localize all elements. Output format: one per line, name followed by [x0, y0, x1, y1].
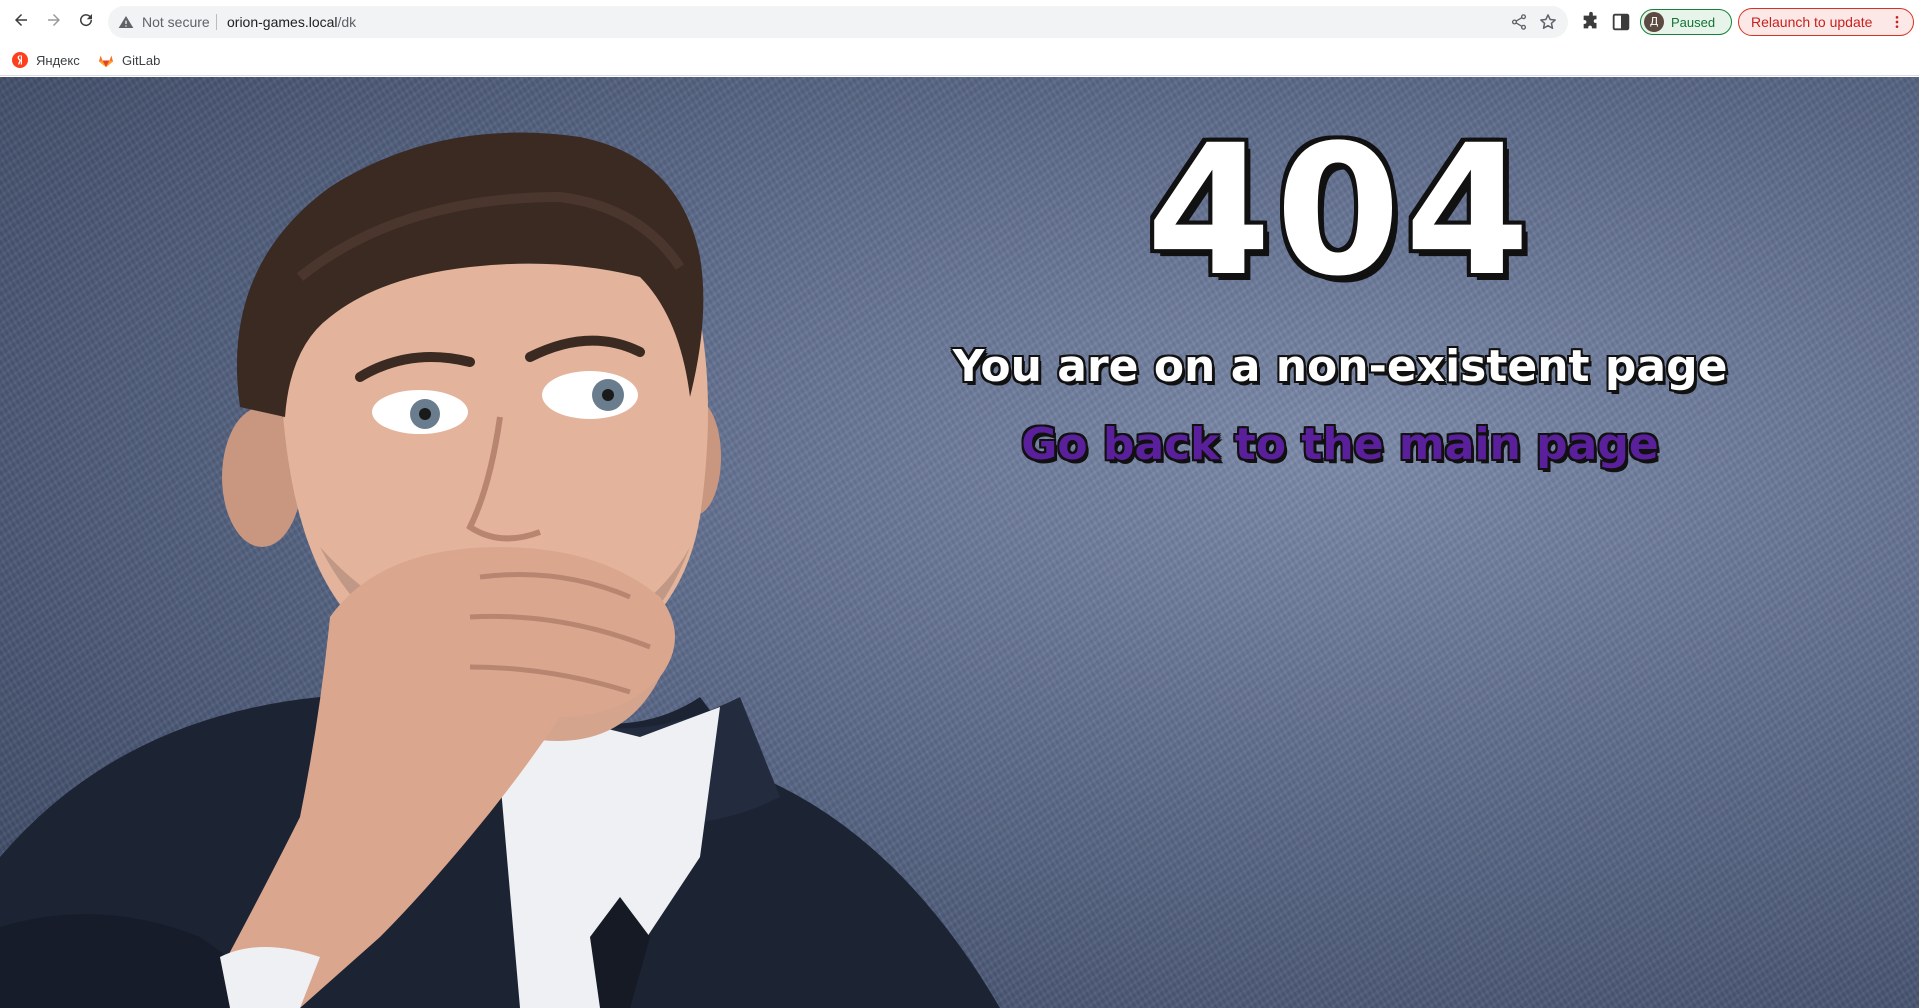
- avatar: Д: [1644, 12, 1664, 32]
- url-path: /dk: [337, 14, 357, 30]
- browser-toolbar: Not secure orion-games.local/dk Д Paused…: [0, 0, 1919, 44]
- arrow-left-icon: [12, 11, 30, 33]
- bookmarks-bar: Яндекс GitLab: [0, 44, 1919, 76]
- profile-button[interactable]: Д Paused: [1640, 9, 1732, 35]
- profile-status: Paused: [1671, 15, 1716, 30]
- back-button[interactable]: [6, 7, 36, 37]
- url-host: orion-games.local: [227, 14, 338, 30]
- surprised-man-illustration: [0, 132, 1000, 1008]
- url-text[interactable]: orion-games.local/dk: [227, 13, 356, 31]
- reload-button[interactable]: [71, 7, 101, 37]
- arrow-right-icon: [45, 11, 63, 33]
- security-status[interactable]: Not secure: [142, 13, 210, 31]
- bookmark-yandex[interactable]: Яндекс: [12, 50, 80, 70]
- forward-button[interactable]: [39, 7, 69, 37]
- yandex-icon: [12, 52, 28, 68]
- share-icon[interactable]: [1510, 13, 1528, 31]
- extensions-puzzle-icon[interactable]: [1580, 11, 1602, 33]
- warning-icon[interactable]: [118, 14, 134, 30]
- gitlab-icon: [98, 52, 114, 68]
- address-bar[interactable]: Not secure orion-games.local/dk: [108, 6, 1568, 38]
- bookmark-star-icon[interactable]: [1538, 12, 1558, 32]
- omnibox-divider: [216, 14, 217, 30]
- back-to-main-link[interactable]: Go back to the main page: [1000, 417, 1680, 473]
- bookmark-label: Яндекс: [36, 52, 80, 68]
- bookmark-label: GitLab: [122, 52, 161, 68]
- side-panel-icon[interactable]: [1610, 11, 1632, 33]
- reload-icon: [77, 11, 95, 33]
- error-message: You are on a non-existent page: [952, 341, 1728, 392]
- bookmark-gitlab[interactable]: GitLab: [98, 50, 160, 70]
- relaunch-button[interactable]: Relaunch to update: [1738, 8, 1914, 36]
- page-viewport: 404 You are on a non-existent page Go ba…: [0, 77, 1919, 1008]
- error-code: 404: [1146, 107, 1534, 316]
- relaunch-label: Relaunch to update: [1751, 14, 1873, 30]
- more-menu-icon[interactable]: [1889, 14, 1905, 30]
